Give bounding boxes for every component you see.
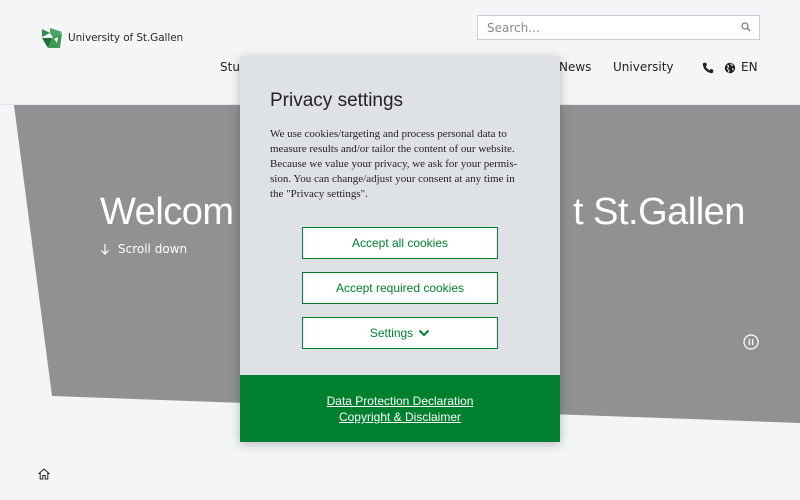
home-icon[interactable] [38,468,50,480]
search-input[interactable] [478,16,718,39]
accept-required-cookies-button[interactable]: Accept required cookies [302,272,498,304]
dialog-body-line: sion. You can change/adjust your consent… [270,173,515,185]
settings-button-label: Settings [369,326,414,340]
settings-button[interactable]: Settings [302,317,498,349]
dialog-body-line: Because we value your privacy, we ask fo… [270,158,518,170]
nav-item-university[interactable]: University [613,60,674,74]
search-icon[interactable] [741,22,751,32]
language-switch[interactable]: EN [741,60,758,74]
logo-text: University of St.Gallen [68,32,184,44]
dialog-body-line: measure results and/or tailor the conten… [270,143,515,155]
phone-icon[interactable] [702,62,714,74]
hero-title: Welcom [100,191,234,233]
pause-icon[interactable] [743,334,759,350]
scroll-down-label: Scroll down [118,242,188,256]
dialog-body-line: We use cookies/targeting and process per… [270,128,507,140]
university-logo[interactable]: University of St.Gallen [40,26,183,50]
dialog-footer: Data Protection Declaration Copyright & … [240,375,560,442]
hero-title-continued: t St.Gallen [573,191,745,233]
search-box[interactable] [477,15,760,40]
chevron-down-icon [418,329,430,337]
globe-icon[interactable] [724,62,736,74]
logo-mark-icon [42,28,62,48]
scroll-down-link[interactable]: Scroll down [100,242,187,256]
privacy-settings-dialog: Privacy settings We use cookies/targetin… [240,57,560,442]
accept-all-cookies-button[interactable]: Accept all cookies [302,227,498,259]
arrow-down-icon [101,244,109,255]
copyright-disclaimer-link[interactable]: Copyright & Disclaimer [240,410,560,424]
dialog-body-line: the "Privacy settings". [270,188,368,200]
dialog-title: Privacy settings [270,90,404,111]
dialog-body-text: We use cookies/targeting and process per… [270,127,532,202]
nav-item-news[interactable]: News [559,60,591,74]
data-protection-link[interactable]: Data Protection Declaration [240,394,560,408]
